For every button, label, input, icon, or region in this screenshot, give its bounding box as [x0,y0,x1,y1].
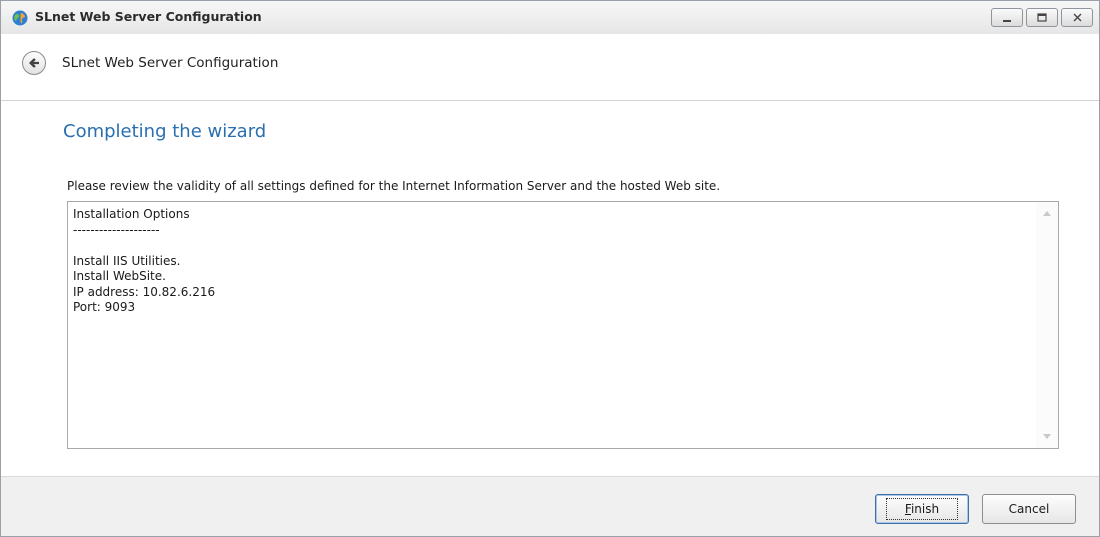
scroll-up-icon[interactable] [1043,211,1051,216]
header-title: SLnet Web Server Configuration [62,55,279,71]
finish-button-label: Finish [885,498,959,520]
back-arrow-icon [29,58,39,68]
settings-summary-text: Installation Options -------------------… [73,207,216,314]
wizard-header: SLnet Web Server Configuration [1,34,1099,101]
window-title: SLnet Web Server Configuration [35,9,262,24]
vertical-scrollbar[interactable] [1036,202,1058,448]
maximize-icon [1037,13,1047,22]
finish-button[interactable]: Finish [875,494,969,524]
back-button[interactable] [22,51,46,75]
cancel-button[interactable]: Cancel [982,494,1076,524]
wizard-window: SLnet Web Server Configuration SLnet Web… [0,0,1100,537]
cancel-button-label: Cancel [1008,502,1050,516]
app-globe-icon [12,10,28,26]
window-controls [991,8,1093,27]
settings-summary-textarea[interactable]: Installation Options -------------------… [67,201,1059,449]
minimize-icon [1003,19,1011,22]
close-button[interactable] [1061,8,1093,27]
page-description: Please review the validity of all settin… [67,179,721,193]
page-title: Completing the wizard [63,121,267,142]
title-bar[interactable]: SLnet Web Server Configuration [1,1,1099,35]
scroll-down-icon[interactable] [1043,434,1051,439]
wizard-footer: Finish Cancel [1,476,1099,536]
minimize-button[interactable] [991,8,1023,27]
close-icon [1073,13,1081,22]
maximize-button[interactable] [1026,8,1058,27]
